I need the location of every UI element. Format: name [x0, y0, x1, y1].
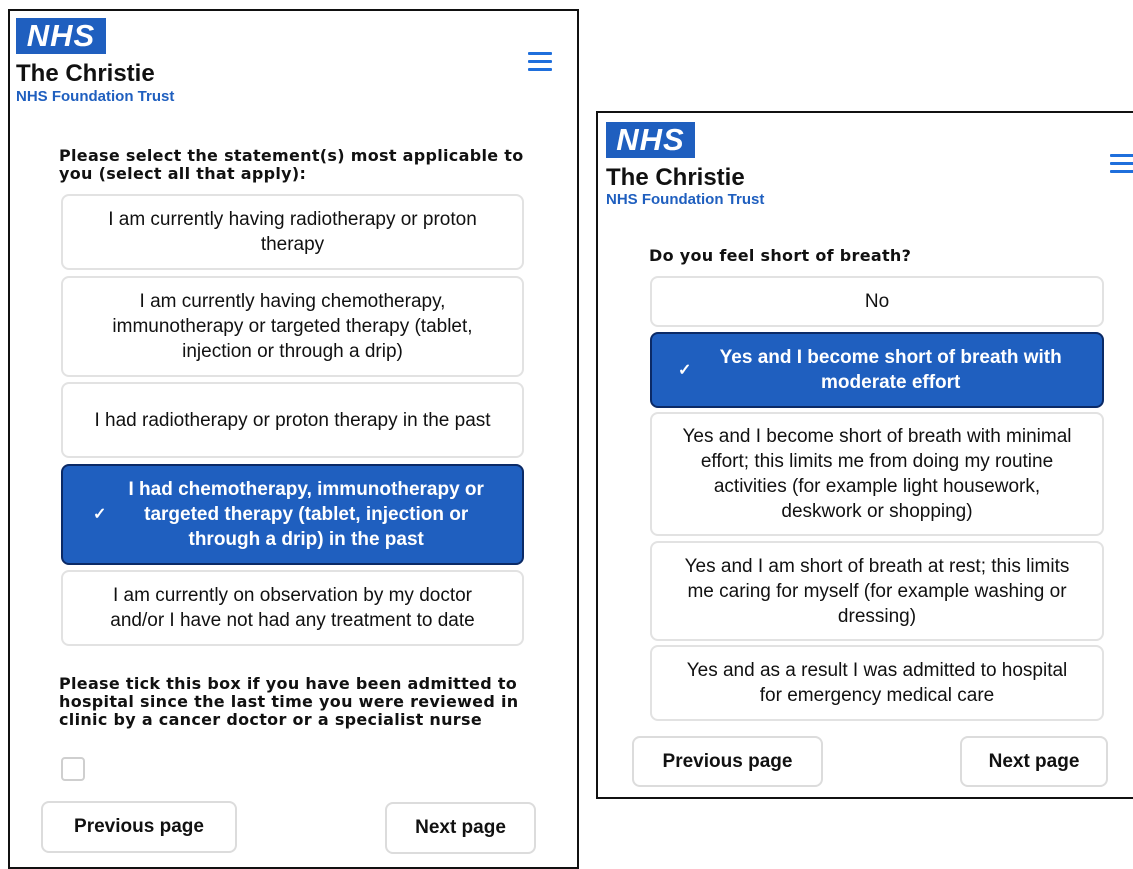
org-name: The Christie [16, 60, 155, 87]
nhs-logo: NHS [606, 122, 695, 158]
screen-treatment-status: NHS The Christie NHS Foundation Trust Pl… [8, 9, 579, 869]
org-subtitle: NHS Foundation Trust [16, 88, 175, 105]
option-moderate-effort[interactable]: ✓ Yes and I become short of breath with … [650, 332, 1104, 408]
check-icon: ✓ [678, 361, 692, 379]
hamburger-menu-icon[interactable] [528, 52, 552, 72]
option-observation[interactable]: I am currently on observation by my doct… [61, 570, 524, 646]
screen-breathlessness: NHS The Christie NHS Foundation Trust Do… [596, 111, 1133, 799]
org-subtitle: NHS Foundation Trust [606, 191, 765, 208]
check-icon: ✓ [93, 506, 107, 523]
option-label: No [864, 291, 890, 312]
option-at-rest[interactable]: Yes and I am short of breath at rest; th… [650, 541, 1104, 641]
question-text: Do you feel short of breath? [649, 246, 912, 265]
option-minimal-effort[interactable]: Yes and I become short of breath with mi… [650, 412, 1104, 536]
previous-page-button[interactable]: Previous page [632, 736, 823, 787]
option-label: Yes and I become short of breath with mi… [682, 426, 1072, 522]
org-name: The Christie [606, 164, 745, 191]
option-label: Yes and as a result I was admitted to ho… [686, 660, 1068, 706]
hamburger-menu-icon[interactable] [1110, 154, 1133, 174]
admitted-checkbox[interactable] [61, 757, 85, 781]
previous-page-button[interactable]: Previous page [41, 801, 237, 853]
option-radiotherapy-past[interactable]: I had radiotherapy or proton therapy in … [61, 382, 524, 458]
next-page-button[interactable]: Next page [385, 802, 536, 854]
option-chemotherapy-current[interactable]: I am currently having chemotherapy, immu… [61, 276, 524, 377]
question-text: Please select the statement(s) most appl… [59, 146, 524, 183]
option-label: Yes and I become short of breath with mo… [719, 347, 1062, 393]
option-admitted[interactable]: Yes and as a result I was admitted to ho… [650, 645, 1104, 721]
option-label: Yes and I am short of breath at rest; th… [684, 555, 1070, 627]
option-label: I had chemotherapy, immunotherapy or tar… [128, 479, 484, 550]
option-radiotherapy-current[interactable]: I am currently having radiotherapy or pr… [61, 194, 524, 270]
option-label: I am currently having chemotherapy, immu… [112, 291, 473, 362]
tick-question-text: Please tick this box if you have been ad… [59, 674, 519, 729]
option-chemotherapy-past[interactable]: ✓ I had chemotherapy, immunotherapy or t… [61, 464, 524, 565]
option-label: I had radiotherapy or proton therapy in … [94, 409, 491, 431]
option-no[interactable]: No [650, 276, 1104, 327]
option-label: I am currently having radiotherapy or pr… [108, 209, 477, 255]
nhs-logo: NHS [16, 18, 106, 54]
next-page-button[interactable]: Next page [960, 736, 1108, 787]
option-label: I am currently on observation by my doct… [110, 585, 475, 631]
